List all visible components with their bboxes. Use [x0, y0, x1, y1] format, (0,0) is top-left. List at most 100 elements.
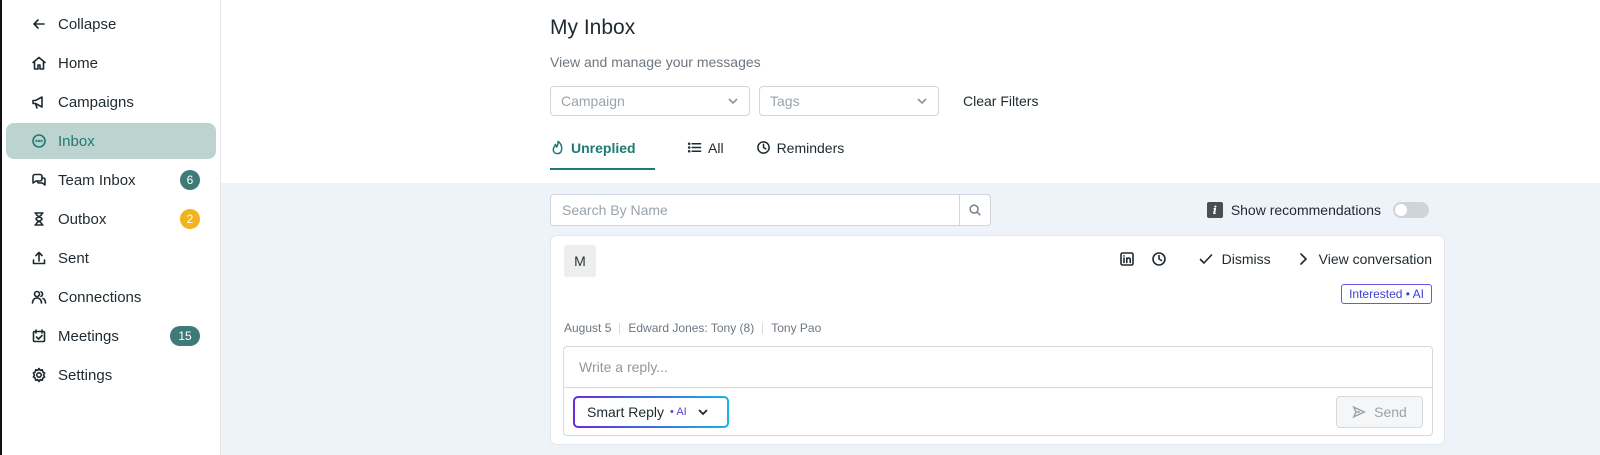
tag-label: Interested: [1349, 287, 1403, 301]
team-chat-icon: [30, 171, 48, 189]
send-label: Send: [1374, 404, 1407, 420]
sidebar-item-label: Settings: [58, 366, 113, 384]
clock-icon: [756, 141, 770, 154]
main-content: My Inbox View and manage your messages C…: [221, 0, 1600, 455]
tags-select-placeholder: Tags: [770, 93, 800, 109]
app-root: Collapse Home Campaigns Inbox Team Inbox: [0, 0, 1600, 455]
reply-input[interactable]: Write a reply...: [564, 347, 1432, 388]
reply-placeholder: Write a reply...: [579, 359, 668, 375]
sidebar-item-outbox[interactable]: Outbox 2: [6, 201, 216, 237]
hourglass-icon: [30, 210, 48, 228]
send-icon: [1352, 405, 1367, 419]
search-row: Search By Name i Show recommendations: [550, 194, 1429, 226]
tab-reminders[interactable]: Reminders: [756, 140, 845, 170]
tab-label: All: [708, 140, 724, 156]
meetings-count-badge: 15: [170, 326, 200, 346]
message-card: M Dismiss View conversation Interested •…: [550, 235, 1445, 445]
linkedin-icon: [1119, 252, 1134, 266]
sidebar: Collapse Home Campaigns Inbox Team Inbox: [2, 0, 221, 455]
chevron-down-icon: [728, 98, 738, 105]
chevron-down-icon: [698, 409, 708, 416]
tab-unreplied[interactable]: Unreplied: [550, 140, 655, 170]
view-conversation-button[interactable]: View conversation: [1295, 251, 1432, 267]
sidebar-item-settings[interactable]: Settings: [6, 357, 216, 393]
sidebar-item-label: Outbox: [58, 210, 107, 228]
sidebar-item-label: Connections: [58, 288, 142, 306]
send-button[interactable]: Send: [1336, 396, 1423, 428]
tab-label: Reminders: [776, 140, 845, 156]
sidebar-item-label: Meetings: [58, 327, 119, 345]
message-list-area: Search By Name i Show recommendations M: [221, 183, 1600, 455]
flame-icon: [552, 140, 563, 155]
sidebar-item-connections[interactable]: Connections: [6, 279, 216, 315]
upload-tray-icon: [30, 249, 48, 267]
dismiss-button[interactable]: Dismiss: [1198, 251, 1271, 267]
users-icon: [30, 288, 48, 306]
sidebar-item-label: Sent: [58, 249, 89, 267]
info-icon: i: [1206, 202, 1223, 218]
megaphone-icon: [30, 93, 48, 111]
team-inbox-count-badge: 6: [180, 170, 200, 190]
tags-select[interactable]: Tags: [759, 86, 939, 116]
show-recommendations-label: Show recommendations: [1230, 202, 1381, 218]
smart-reply-label: Smart Reply: [587, 404, 665, 420]
reminder-button[interactable]: [1150, 250, 1168, 268]
page-title: My Inbox: [550, 16, 636, 39]
sidebar-item-label: Home: [58, 54, 99, 72]
sidebar-item-inbox[interactable]: Inbox: [6, 123, 216, 159]
search-button[interactable]: [960, 194, 991, 226]
calendar-check-icon: [30, 327, 48, 345]
sidebar-item-meetings[interactable]: Meetings 15: [6, 318, 216, 354]
home-icon: [30, 54, 48, 72]
message-campaign: Edward Jones: Tony (8): [628, 321, 755, 335]
search-input[interactable]: Search By Name: [550, 194, 960, 226]
outbox-count-badge: 2: [180, 209, 200, 229]
list-icon: [687, 142, 702, 153]
show-recommendations: i Show recommendations: [1206, 202, 1429, 218]
campaign-select[interactable]: Campaign: [550, 86, 750, 116]
toggle-knob: [1395, 204, 1407, 216]
meta-divider: [619, 322, 621, 334]
message-date: August 5: [564, 321, 612, 335]
sidebar-item-home[interactable]: Home: [6, 45, 216, 81]
interested-ai-tag[interactable]: Interested • AI: [1341, 284, 1432, 304]
filter-bar: Campaign Tags Clear Filters: [550, 86, 1600, 116]
smart-reply-ai-marker: • AI: [670, 406, 687, 418]
collapse-label: Collapse: [58, 15, 117, 33]
sidebar-item-label: Campaigns: [58, 93, 134, 111]
chat-bubble-icon: [30, 132, 48, 150]
check-icon: [1199, 254, 1212, 264]
show-recommendations-toggle[interactable]: [1393, 202, 1429, 218]
page-subtitle: View and manage your messages: [550, 54, 761, 70]
search-icon: [969, 204, 981, 216]
chevron-right-icon: [1299, 253, 1307, 265]
avatar: M: [564, 245, 596, 277]
view-conversation-label: View conversation: [1318, 251, 1432, 267]
gear-icon: [30, 366, 48, 384]
message-meta: August 5 Edward Jones: Tony (8) Tony Pao: [564, 321, 821, 335]
linkedin-button[interactable]: [1118, 250, 1136, 268]
arrow-left-icon: [30, 15, 48, 33]
clear-filters-button[interactable]: Clear Filters: [963, 93, 1038, 109]
meta-divider: [762, 322, 764, 334]
reply-composer: Write a reply... Smart Reply • AI Send: [563, 346, 1433, 436]
inbox-tabs: Unreplied All Reminders: [550, 140, 1600, 170]
tab-label: Unreplied: [571, 140, 636, 156]
sidebar-item-team-inbox[interactable]: Team Inbox 6: [6, 162, 216, 198]
campaign-select-placeholder: Campaign: [561, 93, 625, 109]
sidebar-collapse-button[interactable]: Collapse: [6, 6, 216, 42]
message-actions: Dismiss View conversation: [1104, 250, 1432, 268]
sidebar-item-label: Team Inbox: [58, 171, 136, 189]
dismiss-label: Dismiss: [1221, 251, 1271, 267]
sidebar-item-campaigns[interactable]: Campaigns: [6, 84, 216, 120]
sidebar-item-sent[interactable]: Sent: [6, 240, 216, 276]
clock-icon: [1151, 252, 1166, 266]
page-header: My Inbox View and manage your messages C…: [221, 0, 1600, 170]
tag-ai-marker: • AI: [1405, 287, 1424, 301]
tab-all[interactable]: All: [687, 140, 724, 170]
sidebar-item-label: Inbox: [58, 132, 95, 150]
smart-reply-button[interactable]: Smart Reply • AI: [573, 396, 729, 428]
message-sender: Tony Pao: [771, 321, 822, 335]
search-placeholder: Search By Name: [562, 202, 668, 218]
chevron-down-icon: [917, 98, 927, 105]
